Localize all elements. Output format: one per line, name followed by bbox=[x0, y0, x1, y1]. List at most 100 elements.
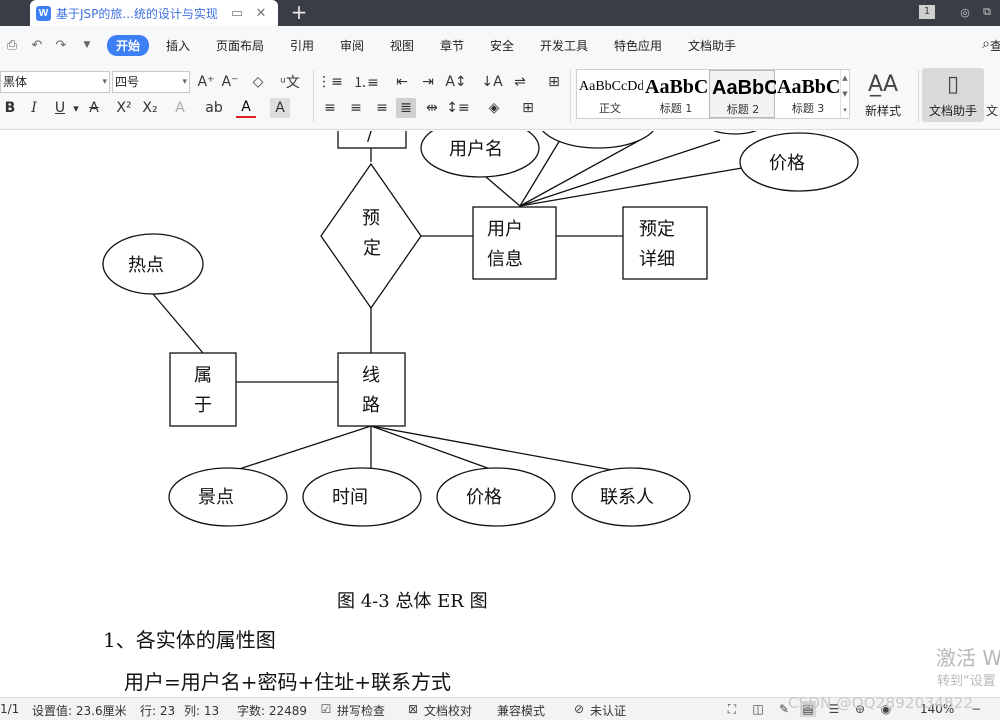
decrease-font-icon[interactable]: A⁻ bbox=[220, 72, 240, 92]
status-column[interactable]: 列: 13 bbox=[184, 702, 219, 719]
align-center-icon[interactable]: ≡ bbox=[346, 98, 366, 118]
status-certification[interactable]: 未认证 bbox=[590, 702, 626, 719]
increase-font-icon[interactable]: A⁺ bbox=[196, 72, 216, 92]
align-right-icon[interactable]: ≡ bbox=[372, 98, 392, 118]
er-line bbox=[370, 425, 494, 471]
er-attribute-label: 价格 bbox=[466, 487, 502, 508]
show-marks-icon[interactable]: ⇌ bbox=[510, 72, 530, 92]
italic-icon[interactable]: I bbox=[24, 98, 44, 118]
menu-references[interactable]: 引用 bbox=[290, 37, 314, 54]
style-heading-3[interactable]: AaBbC 标题 3 bbox=[775, 70, 841, 118]
clear-format-icon[interactable]: ◇ bbox=[248, 72, 268, 92]
status-word-count[interactable]: 字数: 22489 bbox=[237, 702, 307, 719]
borders-icon[interactable]: ⊞ bbox=[518, 98, 538, 118]
er-attribute-clipped bbox=[712, 131, 758, 135]
sort-icon[interactable]: ↓A bbox=[481, 72, 502, 92]
line-spacing-icon[interactable]: ↕≡ bbox=[446, 98, 469, 118]
style-heading-1[interactable]: AaBbC 标题 1 bbox=[643, 70, 709, 118]
spell-check-icon: ☑ bbox=[320, 702, 332, 716]
er-line bbox=[235, 425, 372, 471]
font-name-value: 黑体 bbox=[3, 75, 28, 89]
menu-review[interactable]: 审阅 bbox=[340, 37, 364, 54]
share-icon[interactable]: ⧉ bbox=[978, 3, 996, 21]
superscript-icon[interactable]: X² bbox=[114, 98, 134, 118]
ribbon-overflow-label[interactable]: 文 bbox=[986, 102, 998, 119]
menu-chapter[interactable]: 章节 bbox=[440, 37, 464, 54]
numbered-list-icon[interactable]: ⒈≡ bbox=[353, 72, 379, 92]
highlight-icon[interactable]: ab bbox=[204, 98, 224, 118]
subscript-icon[interactable]: X₂ bbox=[140, 98, 160, 118]
strikethrough-icon[interactable]: A bbox=[84, 98, 104, 118]
doc-proof-icon: ⊠ bbox=[407, 702, 419, 716]
menu-view[interactable]: 视图 bbox=[390, 37, 414, 54]
font-name-select[interactable]: 黑体 ▾ bbox=[0, 71, 110, 93]
er-entity-label: 预定 bbox=[639, 219, 675, 240]
er-relationship-label-char: 定 bbox=[363, 238, 381, 259]
skin-icon[interactable]: ◎ bbox=[956, 3, 974, 21]
style-heading-2[interactable]: AaBbC 标题 2 bbox=[709, 70, 776, 118]
close-tab-icon[interactable]: ✕ bbox=[252, 4, 270, 22]
menu-doc-assistant[interactable]: 文档助手 bbox=[688, 37, 736, 54]
divider bbox=[918, 70, 919, 122]
doc-assistant-label: 文档助手 bbox=[928, 104, 977, 118]
char-shading-icon[interactable]: A bbox=[270, 98, 290, 118]
er-relationship-booking bbox=[320, 162, 422, 310]
distribute-icon[interactable]: ⇹ bbox=[422, 98, 442, 118]
status-line[interactable]: 行: 23 bbox=[140, 702, 175, 719]
document-tab[interactable]: W 基于JSP的旅...统的设计与实现 ▭ ✕ bbox=[30, 0, 278, 26]
redo-icon[interactable]: ↷ bbox=[52, 36, 70, 54]
bullet-list-icon[interactable]: ⋮≡ bbox=[317, 72, 343, 92]
shading-icon[interactable]: ◈ bbox=[484, 98, 504, 118]
menu-page-layout[interactable]: 页面布局 bbox=[216, 37, 264, 54]
increase-indent-icon[interactable]: ⇥ bbox=[418, 72, 438, 92]
document-canvas[interactable]: / 用户名 价格 预 定 用户 信息 预定 详细 热点 属 于 线 路 景点 时… bbox=[0, 131, 1000, 697]
style-normal[interactable]: AaBbCcDd 正文 bbox=[577, 70, 643, 118]
document-tab-title: 基于JSP的旅...统的设计与实现 bbox=[56, 6, 218, 21]
er-line bbox=[152, 293, 204, 354]
read-mode-icon[interactable]: ◫ bbox=[750, 701, 766, 717]
screen-icon[interactable]: ▭ bbox=[228, 4, 246, 22]
new-tab-button[interactable]: + bbox=[288, 0, 310, 26]
align-left-icon[interactable]: ≡ bbox=[320, 98, 340, 118]
chevron-down-icon[interactable]: ▾ bbox=[66, 98, 86, 118]
activate-windows-title: 激活 W bbox=[936, 646, 1000, 670]
quick-access-dropdown-icon[interactable]: ▼ bbox=[78, 36, 96, 54]
search-icon[interactable]: ⌕ bbox=[982, 36, 990, 52]
font-size-select[interactable]: 四号 ▾ bbox=[112, 71, 190, 93]
er-entity-label: 线 bbox=[362, 365, 380, 386]
fullscreen-icon[interactable]: ⛶ bbox=[724, 701, 740, 717]
doc-assistant-button[interactable]: ▯ 文档助手 bbox=[922, 68, 984, 122]
wps-writer-icon: W bbox=[36, 5, 51, 21]
search-label[interactable]: 查 bbox=[990, 37, 1000, 54]
print-preview-icon[interactable]: ⎙ bbox=[3, 36, 21, 54]
status-spell-check[interactable]: 拼写检查 bbox=[337, 702, 385, 719]
table-layout-icon[interactable]: ⊞ bbox=[544, 72, 564, 92]
status-position[interactable]: 设置值: 23.6厘米 bbox=[32, 702, 127, 719]
chevron-down-icon: ▾ bbox=[182, 77, 187, 87]
phonetic-guide-icon[interactable]: ᵘ文 bbox=[276, 72, 304, 92]
new-style-button[interactable]: A̲A 新样式 bbox=[852, 68, 914, 122]
menu-special[interactable]: 特色应用 bbox=[614, 37, 662, 54]
styles-scroll[interactable]: ▲ ▼ ▾ bbox=[840, 70, 849, 118]
divider bbox=[313, 70, 314, 122]
menu-developer[interactable]: 开发工具 bbox=[540, 37, 588, 54]
menu-insert[interactable]: 插入 bbox=[166, 37, 190, 54]
style-sample: AaBbC bbox=[777, 76, 841, 98]
status-compat-mode: 兼容模式 bbox=[497, 704, 546, 718]
justify-icon[interactable]: ≣ bbox=[396, 98, 416, 118]
er-diagram: / 用户名 价格 预 定 用户 信息 预定 详细 热点 属 于 线 路 景点 时… bbox=[102, 131, 859, 527]
font-color-icon[interactable]: A bbox=[236, 98, 256, 118]
menu-home[interactable]: 开始 bbox=[107, 35, 150, 56]
undo-icon[interactable]: ↶ bbox=[28, 36, 46, 54]
text-direction-icon[interactable]: A↕ bbox=[445, 72, 466, 92]
style-label: 正文 bbox=[599, 102, 621, 115]
decrease-indent-icon[interactable]: ⇤ bbox=[392, 72, 412, 92]
menu-security[interactable]: 安全 bbox=[490, 37, 514, 54]
bold-icon[interactable]: B bbox=[0, 98, 20, 118]
er-entity-label: 信息 bbox=[487, 249, 523, 270]
status-page[interactable]: 1/1 bbox=[0, 702, 19, 716]
status-doc-proof[interactable]: 文档校对 bbox=[424, 702, 472, 719]
page-indicator-icon[interactable]: 1 bbox=[918, 3, 936, 21]
text-effect-icon[interactable]: A bbox=[170, 98, 190, 118]
doc-assistant-icon: ▯ bbox=[946, 72, 960, 97]
